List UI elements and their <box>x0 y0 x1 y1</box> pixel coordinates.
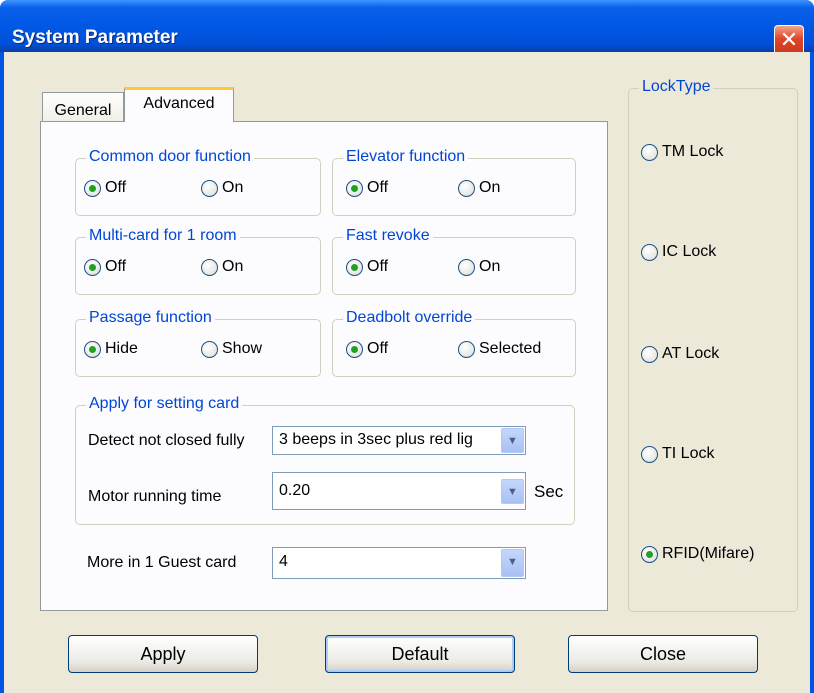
window-title: System Parameter <box>12 27 178 48</box>
tab-advanced[interactable]: Advanced <box>124 87 234 122</box>
default-button[interactable]: Default <box>325 635 515 673</box>
deadbolt-group: Deadbolt override Off Selected <box>332 309 576 377</box>
deadbolt-label: Deadbolt override <box>343 309 476 327</box>
guest-card-dropdown[interactable]: 4 ▼ <box>272 547 526 579</box>
title-bar[interactable]: System Parameter ✕ <box>0 0 814 55</box>
radio-selected-icon <box>641 545 658 563</box>
radio-icon <box>641 243 658 261</box>
radio-selected-icon <box>346 340 363 358</box>
detect-dropdown[interactable]: 3 beeps in 3sec plus red lig ▼ <box>272 426 526 455</box>
common-door-label: Common door function <box>86 148 254 166</box>
elevator-label: Elevator function <box>343 148 469 166</box>
radio-icon <box>641 445 658 463</box>
common-door-group: Common door function Off On <box>75 148 321 216</box>
lock-at-radio[interactable]: AT Lock <box>641 345 719 363</box>
radio-icon <box>201 340 218 358</box>
chevron-down-icon[interactable]: ▼ <box>501 479 524 504</box>
radio-icon <box>201 258 218 276</box>
radio-icon <box>458 340 475 358</box>
elevator-off-radio[interactable]: Off <box>346 179 388 197</box>
motor-value: 0.20 <box>279 482 311 499</box>
passage-hide-radio[interactable]: Hide <box>84 340 138 358</box>
deadbolt-off-radio[interactable]: Off <box>346 340 388 358</box>
passage-group: Passage function Hide Show <box>75 309 321 377</box>
lock-type-group: LockType TM Lock IC Lock AT Lock TI Lock… <box>628 78 798 612</box>
radio-icon <box>641 345 658 363</box>
close-button[interactable]: Close <box>568 635 758 673</box>
fast-revoke-label: Fast revoke <box>343 227 433 245</box>
motor-dropdown[interactable]: 0.20 ▼ <box>272 472 526 510</box>
close-window-button[interactable]: ✕ <box>774 25 804 55</box>
radio-selected-icon <box>84 258 101 276</box>
chevron-down-icon[interactable]: ▼ <box>501 428 524 453</box>
motor-unit: Sec <box>534 482 564 501</box>
passage-label: Passage function <box>86 309 215 327</box>
lock-ti-radio[interactable]: TI Lock <box>641 445 714 463</box>
chevron-down-icon[interactable]: ▼ <box>501 549 524 577</box>
radio-icon <box>458 179 475 197</box>
radio-selected-icon <box>346 179 363 197</box>
setting-card-label: Apply for setting card <box>86 395 243 413</box>
radio-icon <box>201 179 218 197</box>
fast-revoke-group: Fast revoke Off On <box>332 227 576 295</box>
elevator-group: Elevator function Off On <box>332 148 576 216</box>
fast-revoke-on-radio[interactable]: On <box>458 258 500 276</box>
setting-card-group: Apply for setting card Detect not closed… <box>75 395 575 525</box>
tab-general[interactable]: General <box>42 92 124 122</box>
multi-card-group: Multi-card for 1 room Off On <box>75 227 321 295</box>
common-door-off-radio[interactable]: Off <box>84 179 126 197</box>
lock-ic-radio[interactable]: IC Lock <box>641 243 716 261</box>
radio-selected-icon <box>346 258 363 276</box>
detect-value: 3 beeps in 3sec plus red lig <box>279 431 473 448</box>
fast-revoke-off-radio[interactable]: Off <box>346 258 388 276</box>
multi-card-on-radio[interactable]: On <box>201 258 243 276</box>
radio-selected-icon <box>84 179 101 197</box>
apply-button[interactable]: Apply <box>68 635 258 673</box>
detect-label: Detect not closed fully <box>88 432 245 449</box>
elevator-on-radio[interactable]: On <box>458 179 500 197</box>
advanced-tab-panel: Common door function Off On Elevator fun… <box>40 121 608 611</box>
multi-card-label: Multi-card for 1 room <box>86 227 240 245</box>
radio-icon <box>641 143 658 161</box>
radio-icon <box>458 258 475 276</box>
lock-rfid-radio[interactable]: RFID(Mifare) <box>641 545 754 563</box>
guest-card-value: 4 <box>279 553 288 570</box>
lock-tm-radio[interactable]: TM Lock <box>641 143 723 161</box>
guest-card-label: More in 1 Guest card <box>87 554 237 571</box>
common-door-on-radio[interactable]: On <box>201 179 243 197</box>
deadbolt-selected-radio[interactable]: Selected <box>458 340 541 358</box>
motor-label: Motor running time <box>88 488 222 505</box>
radio-selected-icon <box>84 340 101 358</box>
lock-type-label: LockType <box>639 78 714 96</box>
multi-card-off-radio[interactable]: Off <box>84 258 126 276</box>
passage-show-radio[interactable]: Show <box>201 340 262 358</box>
